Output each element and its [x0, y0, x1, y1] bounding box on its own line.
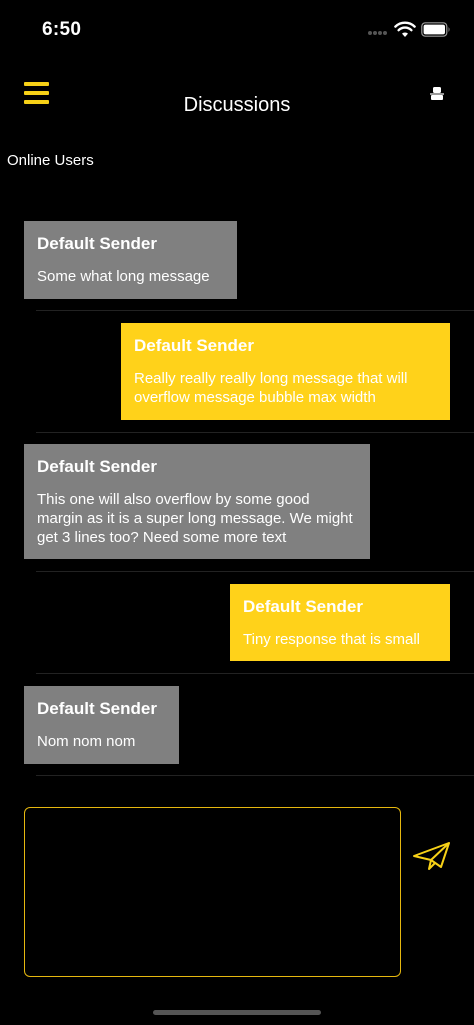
- message-divider: [36, 571, 474, 572]
- wifi-icon: [394, 21, 416, 37]
- message-divider: [36, 775, 474, 776]
- message-bubble: Default Sender This one will also overfl…: [24, 444, 370, 559]
- message-sender: Default Sender: [134, 336, 254, 355]
- paper-plane-icon[interactable]: [412, 840, 452, 872]
- message-sender: Default Sender: [37, 699, 157, 718]
- home-indicator: [153, 1010, 321, 1015]
- page-title: Discussions: [183, 94, 291, 116]
- message-sender: Default Sender: [243, 597, 363, 616]
- message-sender: Default Sender: [37, 234, 157, 253]
- message-bubble: Default Sender Tiny response that is sma…: [230, 584, 450, 661]
- message-text: This one will also overflow by some good…: [37, 491, 353, 546]
- message-bubble: Default Sender Really really really long…: [121, 323, 450, 420]
- message-text: Really really really long message that w…: [134, 370, 408, 406]
- message-bubble: Default Sender Some what long message: [24, 221, 237, 299]
- message-input[interactable]: [24, 807, 401, 977]
- cellular-signal-icon: [368, 31, 388, 37]
- online-users-label[interactable]: Online Users: [7, 152, 94, 169]
- message-sender: Default Sender: [37, 457, 157, 476]
- message-bubble: Default Sender Nom nom nom: [24, 686, 179, 764]
- message-divider: [36, 673, 474, 674]
- message-text: Nom nom nom: [37, 733, 136, 750]
- message-divider: [36, 432, 474, 433]
- battery-icon: [421, 22, 450, 37]
- message-text: Some what long message: [37, 268, 210, 285]
- message-divider: [36, 310, 474, 311]
- user-profile-icon[interactable]: [428, 85, 446, 103]
- status-time: 6:50: [42, 19, 82, 40]
- message-text: Tiny response that is small: [243, 631, 421, 648]
